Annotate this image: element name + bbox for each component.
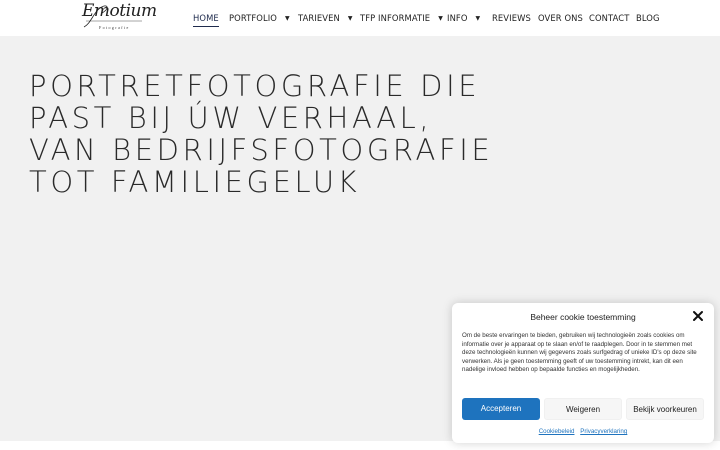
nav-item-label: BLOG [636,13,660,23]
chevron-down-icon: ▼ [475,15,481,22]
nav-item-home[interactable]: HOME [193,13,219,27]
nav-item-tarieven[interactable]: TARIEVEN ▼ [298,13,353,23]
view-preferences-button[interactable]: Bekijk voorkeuren [626,398,704,420]
cookie-policy-link[interactable]: Cookiebeleid [539,428,575,435]
nav-item-contact[interactable]: CONTACT [589,13,629,23]
chevron-down-icon: ▼ [347,15,353,22]
nav-item-label: CONTACT [589,13,630,23]
hero-title: Portretfotografie die past bij úw verhaa… [29,69,494,199]
nav-item-label: OVER ONS [538,13,583,23]
nav-item-tfp-informatie[interactable]: TFP INFORMATIE ▼ [360,13,443,23]
nav-item-label: TFP INFORMATIE [360,13,431,23]
nav-item-label: INFO [447,13,468,23]
nav-item-label: PORTFOLIO [229,13,278,23]
privacy-statement-link[interactable]: Privacyverklaring [580,428,627,435]
top-header: Emotium Fotografie HOME PORTFOLIO ▼ TARIE… [0,0,720,36]
cookie-links: Cookiebeleid Privacyverklaring [452,428,714,435]
accept-cookies-button[interactable]: Accepteren [462,398,540,420]
main-nav: HOME PORTFOLIO ▼ TARIEVEN ▼ TFP INFORMATIE… [0,0,720,36]
nav-item-label: HOME [193,13,219,23]
nav-item-reviews[interactable]: REVIEWS [492,13,531,23]
cookie-dialog-text: Om de beste ervaringen te bieden, gebrui… [462,332,697,374]
nav-item-label: REVIEWS [492,13,531,23]
nav-item-label: TARIEVEN [298,13,340,23]
nav-item-portfolio[interactable]: PORTFOLIO ▼ [229,13,290,23]
nav-item-info[interactable]: INFO ▼ [447,13,480,23]
chevron-down-icon: ▼ [438,15,443,22]
close-icon[interactable] [691,309,705,323]
deny-cookies-button[interactable]: Weigeren [544,398,622,420]
chevron-down-icon: ▼ [285,15,290,22]
cookie-dialog-title: Beheer cookie toestemming [530,312,636,322]
cookie-consent-dialog: Beheer cookie toestemming Om de beste er… [452,303,714,443]
nav-item-over-ons[interactable]: OVER ONS [538,13,583,23]
nav-item-blog[interactable]: BLOG [636,13,660,23]
